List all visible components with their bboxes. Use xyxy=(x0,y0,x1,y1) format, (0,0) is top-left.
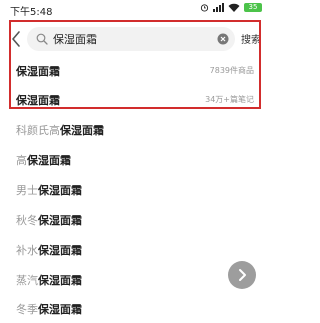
battery-icon: 35 xyxy=(244,3,262,12)
list-item-label: 男士保湿面霜 xyxy=(16,184,82,197)
list-item-label: 高保湿面霜 xyxy=(16,154,71,167)
list-item-label: 冬季保湿面霜 xyxy=(16,303,82,316)
status-bar: 下午5:48 35 xyxy=(0,0,270,18)
list-item[interactable]: 冬季保湿面霜 xyxy=(0,293,270,323)
list-item[interactable]: 高保湿面霜 xyxy=(0,144,270,174)
search-icon xyxy=(36,33,48,45)
signal-icon xyxy=(213,3,224,12)
search-button[interactable]: 搜索 xyxy=(241,31,261,46)
clear-icon[interactable] xyxy=(217,33,229,45)
search-box xyxy=(27,27,235,51)
suggestion-count: 7839件商品 xyxy=(209,66,254,75)
suggestion-title: 保湿面霜 xyxy=(16,94,60,107)
alarm-icon xyxy=(200,4,209,12)
list-item[interactable]: 科颜氏高保湿面霜 xyxy=(0,114,270,144)
list-item[interactable]: 男士保湿面霜 xyxy=(0,174,270,204)
suggestion-title: 保湿面霜 xyxy=(16,65,60,78)
list-item-label: 秋冬保湿面霜 xyxy=(16,214,82,227)
status-time: 下午5:48 xyxy=(10,7,53,18)
back-arrow-icon[interactable] xyxy=(9,29,23,49)
status-icons: 35 xyxy=(200,3,262,12)
list-item-label: 补水保湿面霜 xyxy=(16,244,82,257)
wifi-icon xyxy=(228,3,240,12)
list-item[interactable]: 秋冬保湿面霜 xyxy=(0,204,270,234)
search-input[interactable] xyxy=(53,27,213,51)
suggestion-row[interactable]: 保湿面霜 7839件商品 xyxy=(0,55,270,85)
list-item[interactable]: 补水保湿面霜 xyxy=(0,234,270,264)
list-item-label: 科颜氏高保湿面霜 xyxy=(16,124,104,137)
suggestion-count: 34万+篇笔记 xyxy=(205,95,254,104)
list-item-label: 蒸汽保湿面霜 xyxy=(16,274,82,287)
chevron-right-icon xyxy=(239,269,246,281)
suggestion-row[interactable]: 保湿面霜 34万+篇笔记 xyxy=(0,84,270,114)
floating-next-button[interactable] xyxy=(228,261,256,289)
